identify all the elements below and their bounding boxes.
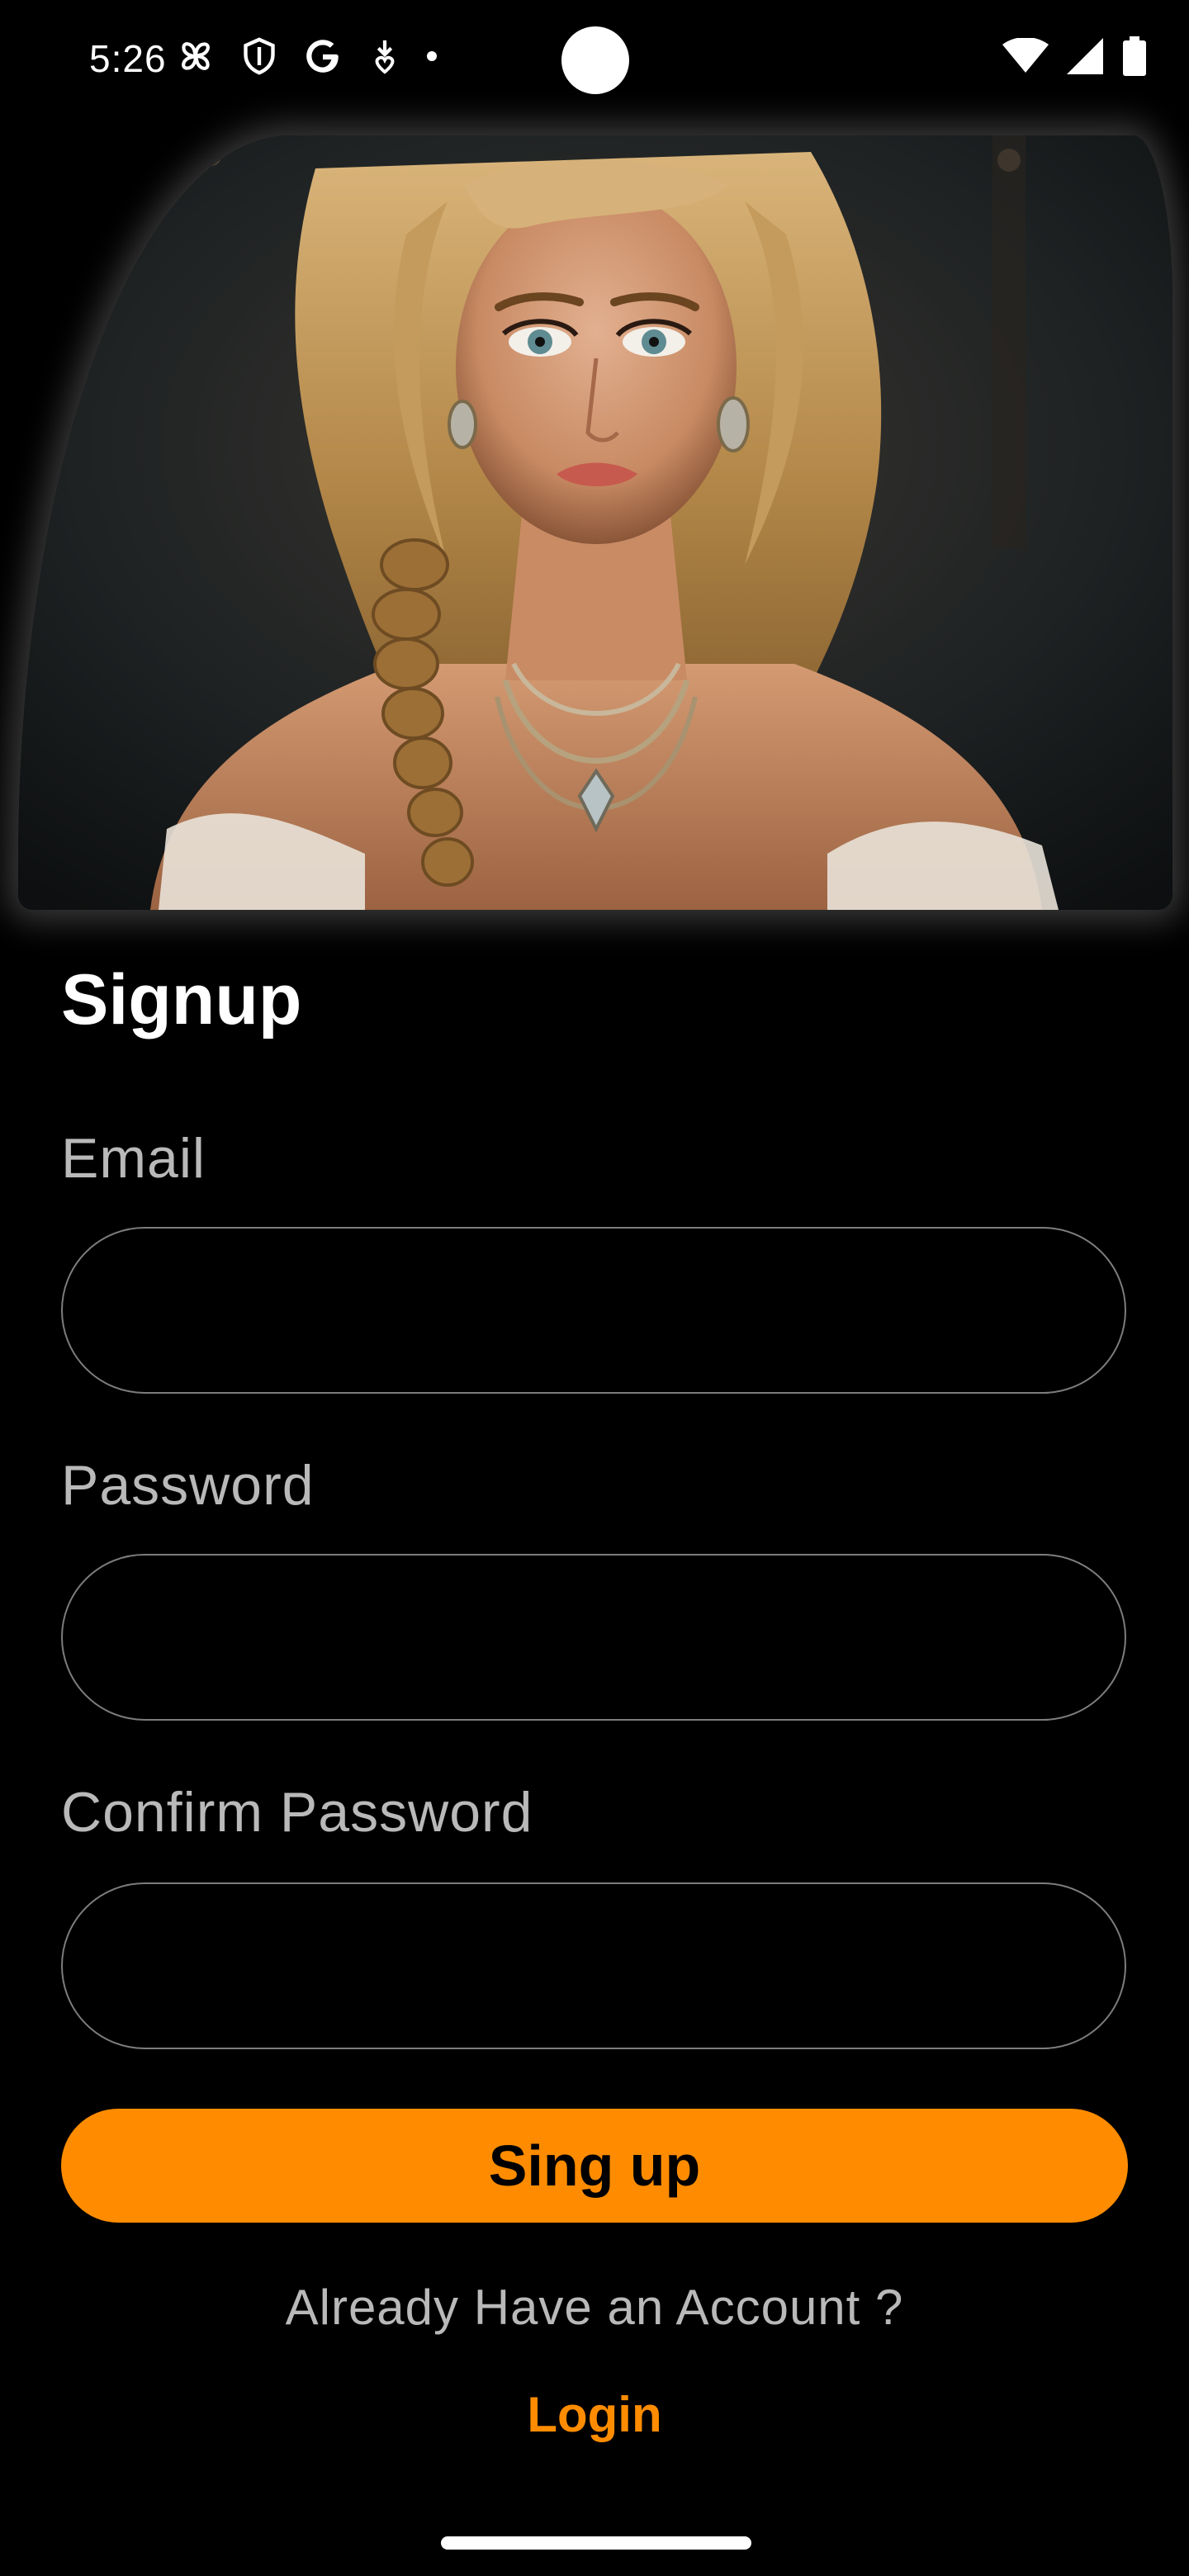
camera-cutout xyxy=(561,26,629,94)
battery-icon xyxy=(1123,36,1146,80)
dot-icon xyxy=(426,50,438,62)
status-time: 5:26 xyxy=(89,37,167,80)
status-bar: 5:26 xyxy=(0,0,1189,124)
confirm-password-input[interactable] xyxy=(63,1884,1125,2048)
home-indicator[interactable] xyxy=(441,2536,751,2550)
shield-icon xyxy=(241,36,277,77)
signal-icon xyxy=(1067,38,1105,78)
status-icons-left xyxy=(175,33,438,79)
status-icons-right xyxy=(1002,36,1146,80)
email-label: Email xyxy=(61,1127,206,1190)
pinwheel-icon xyxy=(175,36,216,77)
already-have-account-text: Already Have an Account ? xyxy=(285,2280,904,2335)
password-field[interactable] xyxy=(61,1554,1126,1721)
email-input[interactable] xyxy=(63,1229,1125,1392)
confirm-password-field[interactable] xyxy=(61,1882,1126,2049)
wifi-icon xyxy=(1002,37,1049,78)
page-title: Signup xyxy=(61,960,302,1039)
login-link[interactable]: Login xyxy=(0,2386,1189,2443)
signup-button[interactable]: Sing up xyxy=(61,2109,1128,2223)
password-input[interactable] xyxy=(63,1556,1125,1719)
hero-image xyxy=(18,135,1172,910)
confirm-password-label: Confirm Password xyxy=(61,1781,533,1844)
email-field[interactable] xyxy=(61,1227,1126,1394)
google-icon xyxy=(302,36,343,77)
password-label: Password xyxy=(61,1454,315,1517)
download-heart-icon xyxy=(368,37,401,75)
